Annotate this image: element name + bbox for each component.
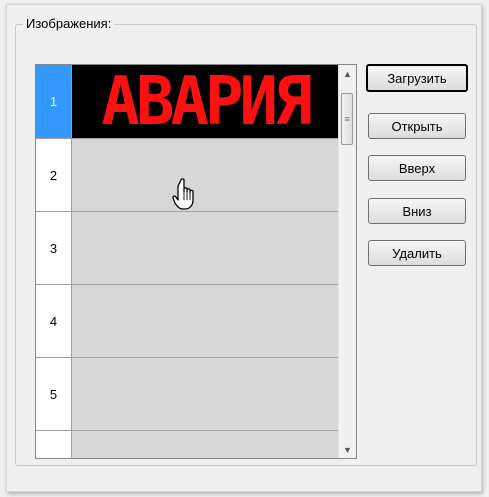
row-header[interactable]: 3 [36,212,72,285]
scrollbar-thumb[interactable]: ≡ [341,93,353,145]
image-cell[interactable] [72,431,338,458]
row-header[interactable] [36,431,72,458]
row-header[interactable]: 5 [36,358,72,431]
image-cell[interactable] [72,358,338,431]
table-row[interactable]: 1 АВАРИЯ [36,65,338,139]
open-button[interactable]: Открыть [368,113,466,139]
image-cell[interactable]: АВАРИЯ [72,65,338,139]
load-button[interactable]: Загрузить [366,64,468,92]
groupbox-title: Изображения: [23,16,115,31]
vertical-scrollbar[interactable]: ▲ ≡ ▼ [338,65,356,458]
image-cell[interactable] [72,139,338,212]
table-row[interactable] [36,431,338,458]
row-header[interactable]: 2 [36,139,72,212]
table-row[interactable]: 5 [36,358,338,431]
table-row[interactable]: 3 [36,212,338,285]
row-header[interactable]: 4 [36,285,72,358]
row-header[interactable]: 1 [36,65,72,139]
arrow-down-icon[interactable]: ▼ [339,441,356,458]
led-image-text: АВАРИЯ [101,64,312,141]
up-button[interactable]: Вверх [368,155,466,181]
image-cell[interactable] [72,212,338,285]
arrow-up-icon[interactable]: ▲ [339,65,356,82]
down-button[interactable]: Вниз [368,198,466,224]
images-grid[interactable]: 1 АВАРИЯ 2 3 4 5 ▲ ≡ ▼ [35,64,357,459]
table-row[interactable]: 4 [36,285,338,358]
hand-pointer-icon [172,178,194,210]
delete-button[interactable]: Удалить [368,240,466,266]
image-cell[interactable] [72,285,338,358]
